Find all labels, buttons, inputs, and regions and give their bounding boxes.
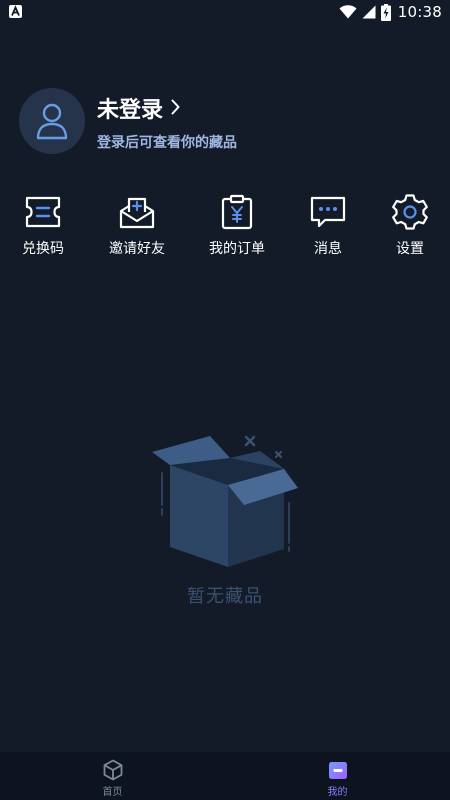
my-orders-button[interactable]: 我的订单 (192, 194, 282, 260)
status-bar: 10:38 (0, 0, 450, 24)
action-label: 我的订单 (209, 241, 265, 257)
avatar[interactable] (19, 88, 85, 154)
ticket-icon (24, 194, 62, 230)
wifi-icon (339, 5, 357, 19)
empty-box-icon (152, 435, 298, 567)
profile-screen: 10:38 未登录 登录后可查看你的藏品 兑换码 邀请好友 我的订单 消息 设置… (0, 0, 450, 800)
action-label: 设置 (396, 241, 424, 257)
battery-charging-icon (380, 3, 391, 21)
empty-state: 暂无藏品 (0, 425, 450, 615)
nav-label: 首页 (102, 787, 123, 798)
action-label: 邀请好友 (109, 241, 165, 257)
login-profile-header[interactable]: 未登录 登录后可查看你的藏品 (19, 88, 439, 156)
login-subtitle: 登录后可查看你的藏品 (97, 135, 237, 151)
order-clipboard-icon (218, 194, 256, 230)
message-bubble-icon (309, 194, 347, 230)
invite-friend-button[interactable]: 邀请好友 (92, 194, 182, 260)
nav-label: 我的 (327, 787, 348, 798)
action-label: 消息 (314, 241, 342, 257)
invite-mail-icon (118, 194, 156, 230)
quick-actions: 兑换码 邀请好友 我的订单 消息 设置 (0, 194, 450, 260)
cellular-signal-icon (362, 5, 376, 19)
gear-icon (391, 194, 429, 230)
login-title[interactable]: 未登录 (97, 92, 180, 124)
login-title-text: 未登录 (97, 98, 164, 123)
chevron-right-icon (171, 96, 180, 121)
action-label: 兑换码 (22, 241, 64, 257)
empty-state-text: 暂无藏品 (187, 586, 263, 607)
redeem-code-button[interactable]: 兑换码 (0, 194, 88, 260)
messages-button[interactable]: 消息 (283, 194, 373, 260)
settings-button[interactable]: 设置 (365, 194, 450, 260)
bottom-navigation: 首页 我的 (0, 752, 450, 800)
profile-card-icon (327, 759, 349, 781)
nav-tab-mine[interactable]: 我的 (225, 752, 450, 800)
status-time: 10:38 (397, 3, 442, 21)
user-icon (36, 103, 68, 140)
nav-tab-home[interactable]: 首页 (0, 752, 225, 800)
cube-home-icon (102, 759, 124, 781)
app-notification-icon (9, 5, 22, 18)
status-icons: 10:38 (339, 2, 442, 22)
